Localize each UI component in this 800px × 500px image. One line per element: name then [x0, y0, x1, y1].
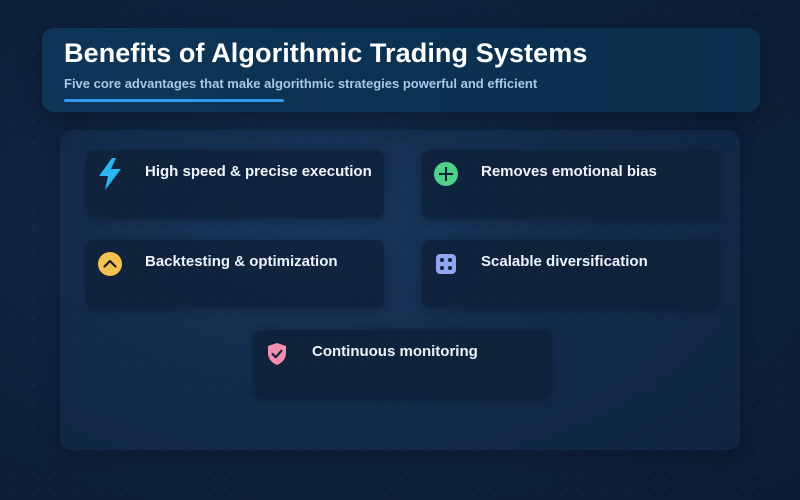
dice-icon	[432, 250, 460, 278]
header-banner: Benefits of Algorithmic Trading Systems …	[42, 28, 760, 112]
benefit-card-emotional-bias: Removes emotional bias	[422, 150, 720, 218]
plus-circle-icon	[432, 160, 460, 188]
lightning-icon	[96, 158, 124, 190]
benefit-card-backtesting: Backtesting & optimization	[86, 240, 384, 308]
chevron-up-circle-icon	[96, 250, 124, 278]
benefit-label: Removes emotional bias	[481, 163, 657, 180]
benefit-label: High speed & precise execution	[145, 163, 372, 180]
benefit-label: Continuous monitoring	[312, 343, 478, 360]
title-accent-bar	[64, 99, 284, 102]
benefit-label: Backtesting & optimization	[145, 253, 338, 270]
benefit-label: Scalable diversification	[481, 253, 648, 270]
page-title: Benefits of Algorithmic Trading Systems	[64, 38, 588, 68]
shield-check-icon	[263, 340, 291, 368]
benefit-card-speed: High speed & precise execution	[86, 150, 384, 218]
benefit-card-monitoring: Continuous monitoring	[253, 330, 551, 398]
page-subtitle: Five core advantages that make algorithm…	[64, 76, 538, 91]
benefit-card-diversification: Scalable diversification	[422, 240, 720, 308]
